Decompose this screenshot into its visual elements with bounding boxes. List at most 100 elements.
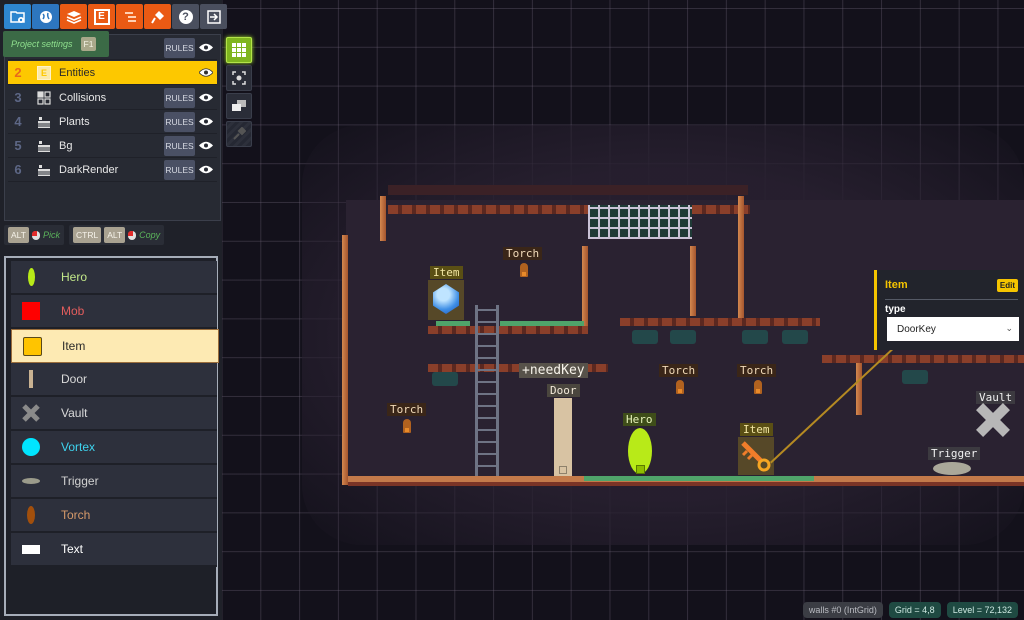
tooltip-text: Project settings [11,39,73,49]
entity-item-item-selected[interactable]: Item [11,329,219,363]
layer-rules-button[interactable]: RULES [164,159,195,180]
mouse-icon [31,230,40,240]
item-entity-gem[interactable] [428,280,464,320]
layer-name: Entities [59,66,96,79]
eye-icon [199,117,213,126]
entity-name: Item [62,339,86,353]
layers-stack-icon [232,100,246,111]
enums-button[interactable] [116,4,143,29]
pin-icon [233,127,246,140]
entity-item-text[interactable]: Text [11,533,217,567]
item-entity-key[interactable] [738,437,774,475]
edit-entity-button[interactable]: Edit [996,279,1018,292]
entity-item-torch[interactable]: Torch [11,499,217,533]
entity-item-mob[interactable]: Mob [11,295,217,329]
layer-row[interactable]: 3 Collisions RULES [8,86,217,110]
layers-list: 1 ents RULES 2 E Entities 3 Collisions R… [4,34,221,221]
door-swatch-icon [13,370,49,388]
torch-label: Torch [503,247,543,260]
layer-rules-button[interactable]: RULES [164,135,195,156]
entity-item-door[interactable]: Door [11,363,217,397]
project-settings-button[interactable] [4,4,31,29]
torch-entity[interactable] [520,263,528,277]
pillar-center2 [690,246,696,316]
layer-name: Collisions [59,91,107,104]
ladder [475,305,499,477]
layer-rules-button[interactable]: RULES [164,37,195,58]
toggle-grid-button[interactable] [226,37,252,63]
torch-entity[interactable] [754,380,762,394]
autolayer-icon [36,139,52,153]
key-icon [741,441,771,472]
help-icon: ? [178,9,193,24]
foliage [742,330,768,344]
ledge-far-right [822,355,1024,363]
vault-swatch-icon [13,404,49,422]
entity-properties-panel: Item Edit type DoorKey ⌄ [874,270,1024,350]
pin-button[interactable] [226,121,252,147]
foliage [782,330,808,344]
gem-icon [433,284,459,314]
enums-icon [124,11,136,22]
eye-icon [199,68,213,77]
eye-icon [199,93,213,102]
eye-icon [199,43,213,52]
torch-entity[interactable] [403,419,411,433]
globe-icon [39,10,52,23]
layers-button[interactable] [60,4,87,29]
visibility-toggle[interactable] [195,93,217,102]
trigger-entity[interactable] [933,462,971,475]
mouse-icon [128,230,137,240]
foliage [902,370,928,384]
focus-button[interactable] [226,65,252,91]
vault-entity[interactable] [976,403,1010,437]
foliage [432,372,458,386]
visibility-toggle[interactable] [195,117,217,126]
layer-rules-button[interactable]: RULES [164,111,195,132]
layer-number: 3 [14,90,22,105]
visibility-toggle[interactable] [195,68,217,77]
entity-layer-icon: E [36,65,52,80]
layer-number: 6 [14,162,22,177]
torch-entity[interactable] [676,380,684,394]
layer-row-selected[interactable]: 2 E Entities [8,61,217,85]
exit-button[interactable] [200,4,227,29]
hero-swatch-icon [13,268,49,286]
layer-row[interactable]: 4 Plants RULES [8,110,217,134]
entity-name: Mob [61,304,85,318]
visibility-toggle[interactable] [195,43,217,52]
help-button[interactable]: ? [172,4,199,29]
layer-row[interactable]: 6 DarkRender RULES [8,158,217,182]
entity-palette: Hero Mob Item Door Vault Vortex Trigger [4,256,219,616]
layer-rules-button[interactable]: RULES [164,87,195,108]
view-tools [226,37,252,147]
text-swatch-icon [13,544,49,554]
needkey-label: +needKey [519,363,588,378]
copy-shortcut: CTRL ALT Copy [68,225,165,245]
divider [885,299,1018,300]
type-select[interactable]: DoorKey ⌄ [887,317,1019,341]
layer-row[interactable]: 5 Bg RULES [8,134,217,158]
entity-item-trigger[interactable]: Trigger [11,465,217,499]
torch-swatch-icon [13,506,49,524]
entities-button[interactable]: E [88,4,115,29]
door-entity[interactable] [554,398,572,476]
visibility-toggle[interactable] [195,141,217,150]
entity-item-vortex[interactable]: Vortex [11,431,217,465]
layers-view-button[interactable] [226,93,252,119]
layers-icon [66,10,81,24]
left-panel: E ? 1 ents RULES 2 E Entities 3 [0,0,227,620]
intgrid-icon [36,90,52,105]
layer-info-badge: walls #0 (IntGrid) [802,602,883,618]
entity-item-hero[interactable]: Hero [11,261,217,295]
entity-item-vault[interactable]: Vault [11,397,217,431]
vortex-swatch-icon [13,438,49,456]
grass-ledge-1 [436,321,470,326]
trigger-swatch-icon [13,478,49,484]
visibility-toggle[interactable] [195,165,217,174]
tilesets-button[interactable] [144,4,171,29]
metal-grate [588,205,692,239]
hero-entity[interactable] [628,428,652,474]
shortcut-action: Copy [139,230,161,240]
world-button[interactable] [32,4,59,29]
